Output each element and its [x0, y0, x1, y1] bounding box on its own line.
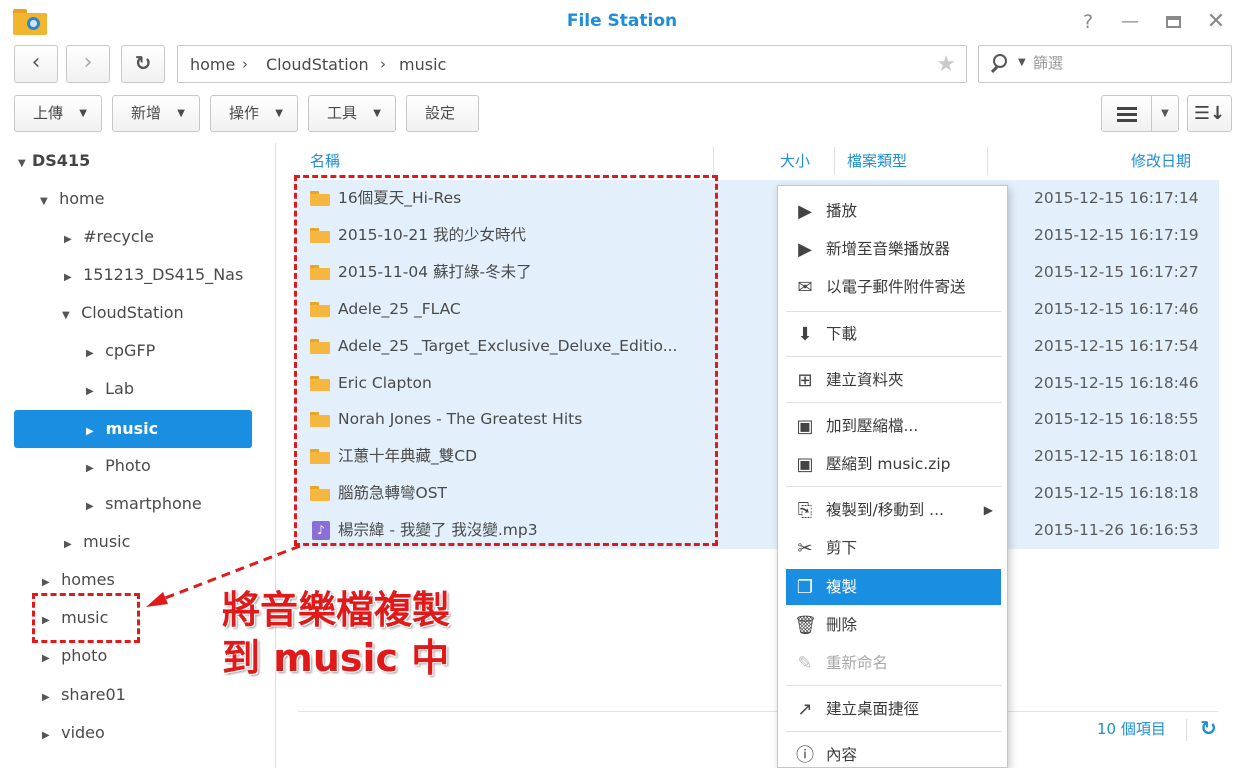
annotation-line-1: 將音樂檔複製	[222, 588, 451, 632]
annotation-arrow	[146, 544, 301, 607]
annotation-line-2: 到 music 中	[222, 636, 450, 680]
annotation-text: 將音樂檔複製 到 music 中	[222, 586, 450, 682]
